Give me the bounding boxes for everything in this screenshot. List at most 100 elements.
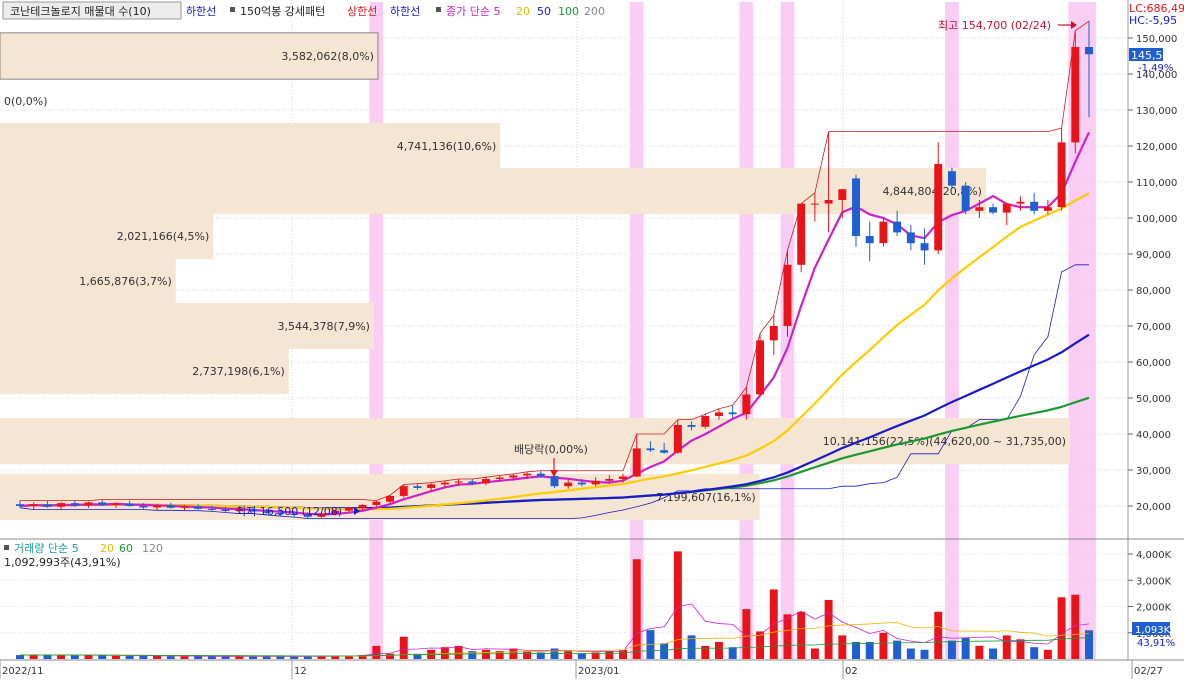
legend-ma20[interactable]: 20 (516, 5, 530, 18)
candle-body (797, 203, 806, 265)
date-tick-label: 02 (845, 666, 858, 677)
volume-bar (989, 648, 998, 659)
candle-body (989, 207, 998, 213)
square-icon (436, 7, 441, 12)
candle-body (1002, 203, 1011, 213)
candle-body (701, 416, 710, 427)
volume-bar (660, 643, 669, 659)
volume-profile-bar (0, 473, 760, 521)
candle-body (947, 171, 956, 186)
legend-150-pattern[interactable]: 150억봉 강세패턴 (240, 5, 325, 18)
volume-bar (947, 640, 956, 659)
candle-body (111, 503, 120, 505)
candle-body (934, 164, 943, 251)
legend-title[interactable]: 코난테크놀로지 매물대 수(10) (10, 5, 151, 18)
highlight-band (945, 2, 959, 659)
volume-bar (879, 632, 888, 659)
volume-bar (920, 649, 929, 659)
volume-profile-label: 2,021,166(4,5%) (117, 230, 210, 243)
candle-body (468, 481, 477, 484)
candle-body (879, 221, 888, 244)
volume-bar (1002, 635, 1011, 659)
candle-body (153, 505, 162, 508)
volume-profile-bar (0, 167, 986, 215)
volume-tick-label: 2,000K (1136, 603, 1172, 614)
candle-body (43, 504, 52, 507)
candle-body (1043, 207, 1052, 211)
volume-bar (728, 647, 737, 659)
candle-body (893, 221, 902, 233)
volume-bar (577, 653, 586, 659)
legend-upper-line[interactable]: 상한선 (347, 5, 377, 18)
price-tick-label: 80,000 (1136, 286, 1171, 297)
volume-current-label: 1,092,993주(43,91%) (4, 556, 121, 569)
legend-vol-ma20[interactable]: 20 (100, 542, 114, 555)
volume-bar (1043, 649, 1052, 659)
candle-body (413, 486, 422, 488)
candle-body (70, 503, 79, 506)
legend-ma200[interactable]: 200 (584, 5, 605, 18)
price-tick-label: 50,000 (1136, 394, 1171, 405)
candle-body (605, 479, 614, 481)
legend-volume-title[interactable]: 거래량 단순 5 (14, 542, 79, 555)
price-tick-label: 90,000 (1136, 250, 1171, 261)
candle-body (756, 340, 765, 395)
chart-window: 3,582,062(8,0%) 0(0,0%) 4,741,136(10,6%) 4,… (0, 0, 1184, 679)
volume-bar (934, 611, 943, 659)
candle-body (920, 243, 929, 251)
volume-bar (16, 655, 24, 659)
volume-bar (838, 635, 847, 659)
candle-body (769, 326, 778, 341)
price-tick-label: 150,000 (1136, 34, 1177, 45)
volume-tick-label: 4,000K (1136, 550, 1172, 561)
legend-vol-ma60[interactable]: 60 (119, 542, 133, 555)
volume-profile-label: 2,737,198(6,1%) (192, 365, 285, 378)
volume-bar (605, 651, 614, 659)
candle-body (207, 508, 216, 510)
candle-body (564, 482, 573, 487)
volume-profile-label: 0(0,0%) (4, 95, 48, 108)
candle-body (961, 185, 970, 211)
volume-bar (468, 651, 477, 659)
volume-bar (372, 645, 381, 659)
volume-bar (29, 654, 38, 659)
candle-body (372, 501, 381, 505)
stock-chart[interactable]: 3,582,062(8,0%) 0(0,0%) 4,741,136(10,6%) 4,… (0, 0, 1184, 679)
legend-ma100[interactable]: 100 (558, 5, 579, 18)
candle-body (536, 473, 545, 477)
date-tick-label: 2023/01 (578, 666, 620, 677)
current-change: -1,49% (1138, 63, 1173, 74)
date-tick-label: 12 (294, 666, 307, 677)
candle-body (646, 448, 655, 451)
candle-body (783, 264, 792, 326)
price-tick-label: 20,000 (1136, 502, 1171, 513)
legend-ma5[interactable]: 종가 단순 5 (446, 5, 500, 18)
volume-bar (1016, 639, 1025, 659)
volume-bar (276, 656, 285, 659)
legend-vol-ma120[interactable]: 120 (142, 542, 163, 555)
legend-ma50[interactable]: 50 (537, 5, 551, 18)
candle-body (440, 482, 449, 485)
volume-bar (714, 641, 723, 659)
candle-body (399, 486, 408, 496)
volume-profile-label: 3,544,378(7,9%) (277, 320, 370, 333)
candle-body (1071, 47, 1080, 143)
volume-bar (975, 645, 984, 659)
candle-body (619, 476, 628, 479)
legend-low-line[interactable]: 하한선 (186, 4, 216, 18)
candle-body (523, 473, 532, 476)
current-price: 145,500 (1131, 49, 1177, 62)
candle-body (427, 484, 436, 488)
volume-bar (153, 655, 162, 659)
highlight-band (739, 2, 754, 659)
candle-body (742, 394, 751, 415)
legend-lower-line[interactable]: 하한선 (390, 4, 420, 18)
candle-body (495, 477, 504, 479)
volume-bar (893, 640, 902, 659)
candle-body (454, 481, 463, 483)
candle-body (344, 507, 353, 511)
price-tick-label: 100,000 (1136, 214, 1177, 225)
candle-body (577, 482, 586, 485)
candle-body (838, 189, 847, 200)
volume-bar (290, 656, 299, 659)
